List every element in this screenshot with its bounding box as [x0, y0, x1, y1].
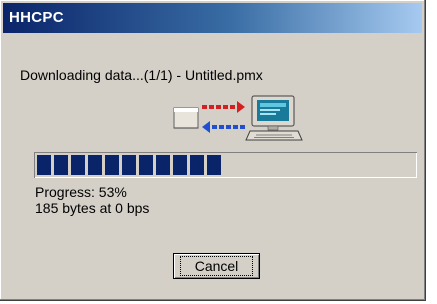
progress-block — [139, 155, 153, 175]
progress-bar — [34, 152, 417, 178]
progress-block — [71, 155, 85, 175]
computer-icon — [245, 95, 303, 141]
download-dialog: HHCPC Downloading data...(1/1) - Untitle… — [0, 0, 426, 301]
progress-block — [207, 155, 221, 175]
progress-bar-fill — [37, 155, 221, 175]
progress-block — [88, 155, 102, 175]
download-status-message: Downloading data...(1/1) - Untitled.pmx — [20, 67, 263, 83]
incoming-arrow-icon — [202, 121, 245, 133]
progress-block — [122, 155, 136, 175]
download-transfer-icon — [173, 95, 303, 141]
title-bar[interactable]: HHCPC — [3, 3, 422, 33]
progress-block — [190, 155, 204, 175]
handheld-device-icon — [173, 107, 199, 129]
transfer-rate-label: 185 bytes at 0 bps — [35, 200, 150, 216]
cancel-button[interactable]: Cancel — [173, 253, 260, 279]
progress-block — [156, 155, 170, 175]
progress-block — [54, 155, 68, 175]
progress-block — [173, 155, 187, 175]
progress-block — [37, 155, 51, 175]
window-title: HHCPC — [9, 9, 64, 26]
cancel-button-label: Cancel — [179, 256, 254, 276]
progress-block — [105, 155, 119, 175]
progress-percent-label: Progress: 53% — [35, 184, 127, 200]
outgoing-arrow-icon — [202, 101, 245, 113]
